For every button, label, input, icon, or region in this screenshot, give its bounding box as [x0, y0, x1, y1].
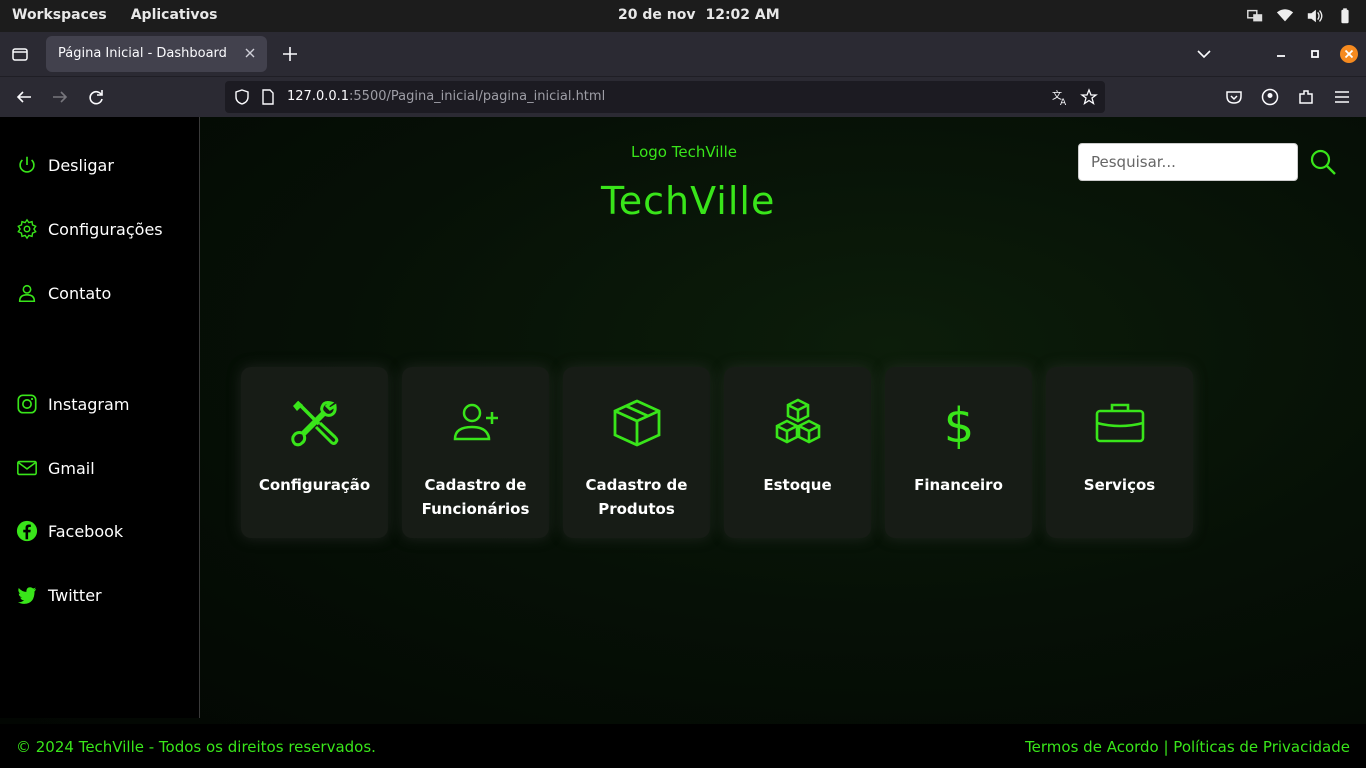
workspaces-menu[interactable]: Workspaces: [12, 7, 107, 23]
facebook-icon: [16, 520, 38, 542]
sidebar-item-instagram[interactable]: Instagram: [16, 393, 129, 415]
svg-text:A: A: [1060, 98, 1067, 106]
sidebar-item-contato[interactable]: Contato: [16, 282, 111, 304]
instagram-icon: [16, 393, 38, 415]
forward-icon[interactable]: [50, 87, 70, 107]
sidebar-item-twitter[interactable]: Twitter: [16, 584, 102, 606]
sidebar-item-desligar[interactable]: Desligar: [16, 154, 114, 176]
add-user-icon: [453, 403, 498, 441]
new-tab-icon[interactable]: [280, 44, 300, 64]
card-estoque[interactable]: Estoque: [724, 367, 871, 538]
pocket-icon[interactable]: [1224, 87, 1244, 107]
svg-text:$: $: [944, 398, 975, 449]
sidebar-item-configuracoes[interactable]: Configurações: [16, 218, 163, 240]
sidebar-item-label: Gmail: [48, 458, 95, 478]
sidebar-item-label: Facebook: [48, 521, 124, 541]
box-icon: [613, 399, 661, 447]
sidebar-item-label: Desligar: [48, 155, 114, 175]
url-path: :5500/Pagina_inicial/pagina_inicial.html: [349, 89, 606, 104]
boxes-icon: [775, 398, 821, 444]
clock-date: 20 de nov: [618, 7, 696, 23]
dollar-icon: $: [944, 398, 975, 449]
search-input[interactable]: [1078, 143, 1298, 181]
card-configuracao[interactable]: Configuração: [241, 367, 388, 538]
shield-icon[interactable]: [233, 88, 251, 106]
copyright-text: © 2024 TechVille - Todos os direitos res…: [16, 738, 376, 756]
tab-dashboard[interactable]: Página Inicial - Dashboard: [46, 36, 267, 72]
card-label: Serviços: [1083, 476, 1156, 494]
briefcase-icon: [1095, 403, 1145, 443]
tab-title: Página Inicial - Dashboard: [58, 46, 227, 61]
close-window-icon[interactable]: [1339, 44, 1359, 64]
url-text: 127.0.0.1:5500/Pagina_inicial/pagina_ini…: [287, 89, 605, 104]
back-icon[interactable]: [14, 87, 34, 107]
tools-icon: [291, 400, 339, 447]
card-label: Cadastro de Funcionários: [421, 476, 530, 518]
tab-list-icon[interactable]: [10, 44, 30, 64]
card-servicos[interactable]: Serviços: [1046, 367, 1193, 538]
logo-image[interactable]: Logo TechVille: [631, 143, 737, 161]
card-cadastro-produtos[interactable]: Cadastro de Produtos: [563, 367, 710, 538]
footer: © 2024 TechVille - Todos os direitos res…: [0, 724, 1366, 768]
bookmark-star-icon[interactable]: [1080, 88, 1098, 106]
maximize-icon[interactable]: [1305, 44, 1325, 64]
card-label: Estoque: [763, 476, 832, 494]
chevron-down-icon[interactable]: [1194, 44, 1214, 64]
sidebar-item-label: Twitter: [48, 585, 102, 605]
sidebar-item-gmail[interactable]: Gmail: [16, 457, 95, 479]
page-content: Desligar Configurações Contato Instagram…: [0, 117, 1366, 768]
sidebar-item-facebook[interactable]: Facebook: [16, 520, 123, 542]
browser-nav-bar: 127.0.0.1:5500/Pagina_inicial/pagina_ini…: [0, 76, 1366, 117]
mail-icon: [16, 457, 38, 479]
user-icon: [16, 282, 38, 304]
extensions-icon[interactable]: [1296, 87, 1316, 107]
account-icon[interactable]: [1260, 87, 1280, 107]
address-bar[interactable]: 127.0.0.1:5500/Pagina_inicial/pagina_ini…: [225, 81, 1105, 113]
clock-time: 12:02 AM: [705, 7, 780, 23]
url-host: 127.0.0.1: [287, 89, 350, 104]
sidebar-item-label: Contato: [48, 283, 112, 303]
card-label: Configuração: [258, 476, 371, 494]
card-cadastro-funcionarios[interactable]: Cadastro de Funcionários: [402, 367, 549, 538]
sidebar: Desligar Configurações Contato Instagram…: [0, 117, 200, 718]
clock[interactable]: 20 de nov 12:02 AM: [618, 7, 790, 23]
translate-icon[interactable]: 文A: [1051, 88, 1069, 108]
power-icon: [16, 154, 38, 176]
reload-icon[interactable]: [86, 87, 106, 107]
gear-icon: [16, 218, 38, 240]
sidebar-item-label: Instagram: [48, 394, 130, 414]
sidebar-item-label: Configurações: [48, 219, 163, 239]
wifi-icon[interactable]: [1276, 7, 1294, 25]
twitter-icon: [16, 584, 38, 606]
battery-icon[interactable]: [1336, 7, 1354, 25]
menu-icon[interactable]: [1332, 87, 1352, 107]
brand-title: TechVille: [601, 179, 776, 223]
card-label: Cadastro de Produtos: [585, 476, 688, 518]
minimize-icon[interactable]: [1271, 44, 1291, 64]
browser-tab-bar: Página Inicial - Dashboard: [0, 32, 1366, 76]
close-tab-icon[interactable]: [243, 46, 257, 60]
volume-icon[interactable]: [1306, 7, 1324, 25]
footer-links[interactable]: Termos de Acordo | Políticas de Privacid…: [1025, 738, 1350, 756]
display-icon[interactable]: [1246, 7, 1264, 25]
page-icon[interactable]: [259, 88, 277, 106]
search-icon[interactable]: [1308, 147, 1338, 177]
card-label: Financeiro: [914, 476, 1003, 494]
apps-menu[interactable]: Aplicativos: [131, 7, 218, 23]
os-top-bar: Workspaces Aplicativos 20 de nov 12:02 AM: [0, 0, 1366, 32]
card-financeiro[interactable]: $ Financeiro: [885, 367, 1032, 538]
